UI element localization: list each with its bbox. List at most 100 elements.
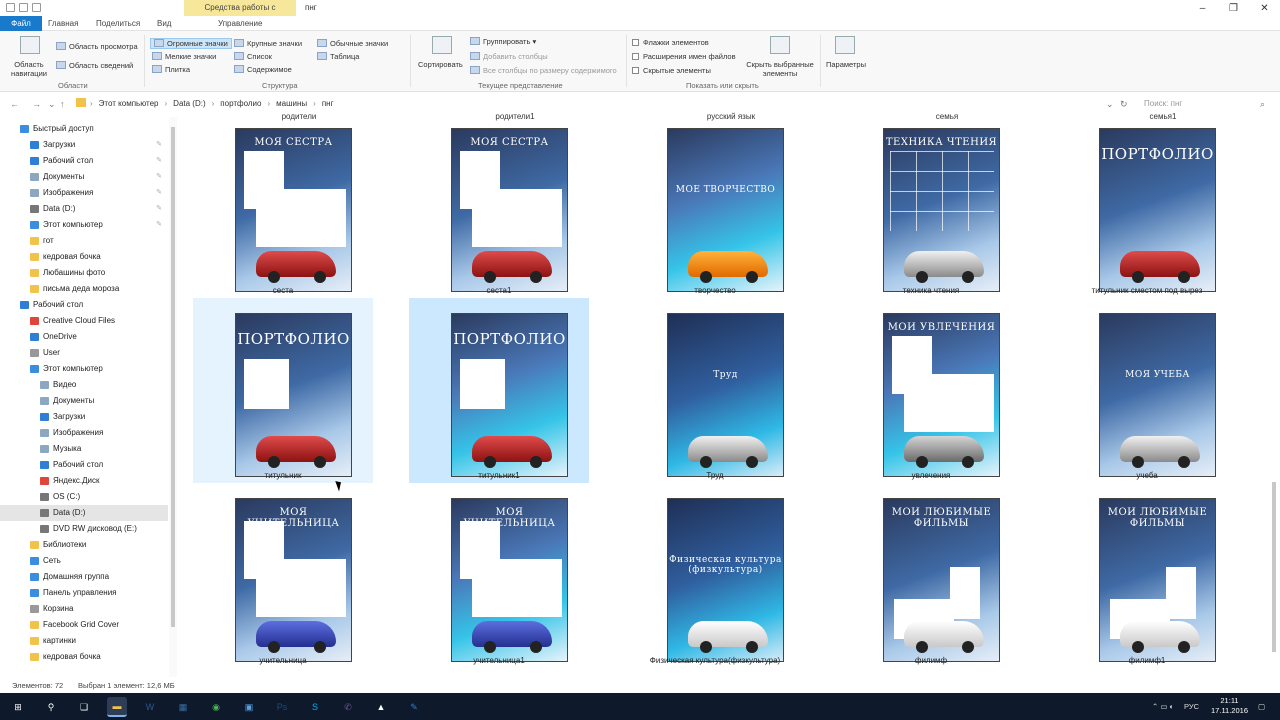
file-item[interactable]: МОЯ УЧЕБА учеба [1057, 298, 1237, 483]
breadcrumb-item[interactable]: машины [276, 98, 307, 109]
sidebar-item[interactable]: Загрузки ✎ [0, 137, 168, 153]
taskbar-word-icon[interactable]: W [140, 697, 160, 717]
back-icon[interactable]: ← [10, 99, 19, 109]
sidebar-item[interactable]: Изображения [0, 425, 168, 441]
fit-columns-button[interactable]: Все столбцы по размеру содержимого [470, 66, 617, 75]
file-item[interactable]: МОЕ ТВОРЧЕСТВО творчество [625, 113, 805, 298]
file-extensions-toggle[interactable]: Расширения имен файлов [632, 52, 736, 61]
sidebar-item[interactable]: Документы ✎ [0, 169, 168, 185]
sidebar-item[interactable]: Домашняя группа [0, 569, 168, 585]
hidden-items-toggle[interactable]: Скрытые элементы [632, 66, 711, 75]
sidebar-item[interactable]: Facebook Grid Cover [0, 617, 168, 633]
sidebar-item[interactable]: Data (D:) ✎ [0, 201, 168, 217]
language-indicator[interactable]: РУС [1184, 693, 1199, 720]
tab-view[interactable]: Вид [157, 16, 171, 31]
view-small-icons[interactable]: Мелкие значки [152, 52, 216, 61]
recent-dropdown-icon[interactable]: ⌄ [48, 99, 56, 110]
navigation-pane-button[interactable]: Область навигации [8, 60, 50, 78]
details-pane-button[interactable]: Область сведений [56, 61, 133, 70]
breadcrumb-item[interactable]: пнг [322, 98, 334, 109]
file-item[interactable]: Труд Труд [625, 298, 805, 483]
address-dropdown-icon[interactable]: ⌄ [1106, 99, 1114, 110]
taskbar-skype-icon[interactable]: S [305, 697, 325, 717]
sidebar-item[interactable]: OneDrive [0, 329, 168, 345]
maximize-button[interactable]: ❐ [1218, 0, 1249, 16]
view-huge-icons[interactable]: Огромные значки [150, 38, 232, 49]
sidebar-item[interactable]: OS (C:) [0, 489, 168, 505]
view-content[interactable]: Содержимое [234, 65, 292, 74]
options-button[interactable]: Параметры [826, 60, 866, 69]
sidebar-item[interactable]: Рабочий стол [0, 297, 168, 313]
sidebar-item[interactable]: Яндекс.Диск [0, 473, 168, 489]
taskbar-viber-icon[interactable]: ✆ [338, 697, 358, 717]
file-item[interactable]: МОЯ УЧИТЕЛЬНИЦА учительница [193, 483, 373, 668]
sidebar-item[interactable]: Быстрый доступ [0, 121, 168, 137]
tab-file[interactable]: Файл [0, 16, 42, 31]
item-checkboxes-toggle[interactable]: Флажки элементов [632, 38, 709, 47]
sidebar-item[interactable]: гот [0, 233, 168, 249]
file-item[interactable]: ПОРТФОЛИО титульник сместом под вырез [1057, 113, 1237, 298]
taskbar-explorer-icon[interactable]: ▬ [107, 697, 127, 717]
sidebar-item[interactable]: кедровая бочка [0, 249, 168, 265]
taskbar-task-view-icon[interactable]: ❏ [74, 697, 94, 717]
breadcrumb-item[interactable]: портфолио [220, 98, 261, 109]
file-item[interactable]: МОИ ЛЮБИМЫЕ ФИЛЬМЫ филимф1 [1057, 483, 1237, 668]
file-item[interactable]: МОЯ УЧИТЕЛЬНИЦА учительница1 [409, 483, 589, 668]
taskbar-photos-icon[interactable]: ▲ [371, 697, 391, 717]
navigation-scrollbar[interactable] [169, 117, 177, 677]
tab-manage[interactable]: Управление [218, 16, 262, 31]
view-list[interactable]: Список [234, 52, 272, 61]
clock[interactable]: 21:11 17.11.2016 [1211, 696, 1248, 716]
forward-icon[interactable]: → [32, 99, 41, 109]
taskbar-photoshop-icon[interactable]: Ps [272, 697, 292, 717]
minimize-button[interactable]: – [1187, 0, 1218, 16]
sidebar-item[interactable]: картинки [0, 633, 168, 649]
properties-icon[interactable] [6, 3, 15, 12]
notifications-icon[interactable]: ▢ [1258, 693, 1265, 720]
sort-button[interactable]: Сортировать [418, 60, 463, 69]
sidebar-item[interactable]: Creative Cloud Files [0, 313, 168, 329]
sidebar-item[interactable]: Рабочий стол ✎ [0, 153, 168, 169]
refresh-icon[interactable]: ↻ [1120, 99, 1128, 110]
file-item[interactable]: МОЯ СЕСТРА сеста [193, 113, 373, 298]
file-item[interactable]: ПОРТФОЛИО титульник [193, 298, 373, 483]
sidebar-item[interactable]: Музыка [0, 441, 168, 457]
content-scrollbar[interactable] [1270, 117, 1278, 677]
sidebar-item[interactable]: Этот компьютер ✎ [0, 217, 168, 233]
customize-toolbar-icon[interactable] [32, 3, 41, 12]
sidebar-item[interactable]: Корзина [0, 601, 168, 617]
tray-icons[interactable]: ⌃ ▭ ◐ [1152, 693, 1174, 720]
file-item[interactable]: ПОРТФОЛИО титульник1 [409, 298, 589, 483]
tab-home[interactable]: Главная [48, 16, 78, 31]
taskbar-calculator-icon[interactable]: ▦ [173, 697, 193, 717]
breadcrumb-item[interactable]: Data (D:) [173, 98, 205, 109]
search-input[interactable]: Поиск: пнг [1138, 97, 1270, 111]
view-table[interactable]: Таблица [317, 52, 359, 61]
up-icon[interactable]: ↑ [60, 99, 65, 109]
view-large-icons[interactable]: Крупные значки [234, 39, 302, 48]
sidebar-item[interactable]: Загрузки [0, 409, 168, 425]
file-item[interactable]: Физическая культура (физкультура) Физичес… [625, 483, 805, 668]
sidebar-item[interactable]: Видео [0, 377, 168, 393]
taskbar-search-icon[interactable]: ⚲ [41, 697, 61, 717]
new-folder-icon[interactable] [19, 3, 28, 12]
hide-selected-button[interactable]: Скрыть выбранные элементы [744, 60, 816, 78]
file-item[interactable]: МОИ УВЛЕЧЕНИЯ увлечения [841, 298, 1021, 483]
taskbar-start-icon[interactable]: ⊞ [8, 697, 28, 717]
sidebar-item[interactable]: Любашины фото [0, 265, 168, 281]
sidebar-item[interactable]: Сеть [0, 553, 168, 569]
file-item[interactable]: МОЯ СЕСТРА сеста1 [409, 113, 589, 298]
search-icon[interactable]: ⌕ [1260, 99, 1265, 110]
view-tile[interactable]: Плитка [152, 65, 190, 74]
sidebar-item[interactable]: Панель управления [0, 585, 168, 601]
sidebar-item[interactable]: Библиотеки [0, 537, 168, 553]
preview-pane-button[interactable]: Область просмотра [56, 42, 138, 51]
breadcrumb-item[interactable]: Этот компьютер [99, 98, 159, 109]
sidebar-item[interactable]: DVD RW дисковод (E:) [0, 521, 168, 537]
sidebar-item[interactable]: Документы [0, 393, 168, 409]
tab-share[interactable]: Поделиться [96, 16, 140, 31]
view-normal-icons[interactable]: Обычные значки [317, 39, 388, 48]
close-button[interactable]: ✕ [1249, 0, 1280, 16]
taskbar-other-icon[interactable]: ✎ [404, 697, 424, 717]
sidebar-item[interactable]: письма деда мороза [0, 281, 168, 297]
